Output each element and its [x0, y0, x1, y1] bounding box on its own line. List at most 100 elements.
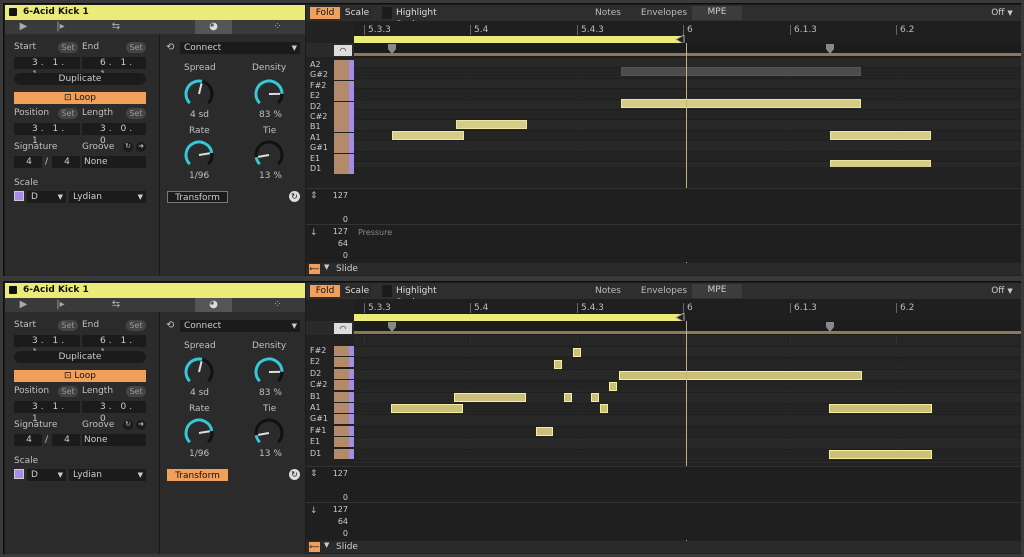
- tab-transform[interactable]: ◕: [195, 298, 232, 312]
- signature-denominator[interactable]: 4: [52, 434, 80, 446]
- cycle-icon[interactable]: ⟲: [166, 320, 174, 331]
- piano-key[interactable]: F#2: [306, 80, 354, 91]
- transform-button[interactable]: Transform: [167, 191, 228, 203]
- position-field[interactable]: 3. 1. 1: [14, 123, 80, 146]
- rate-knob[interactable]: [181, 138, 217, 170]
- groove-commit-icon[interactable]: ➜: [136, 420, 146, 430]
- note[interactable]: [456, 120, 527, 129]
- groove-select[interactable]: None: [82, 156, 146, 168]
- groove-hot-swap-icon[interactable]: ↻: [123, 142, 133, 152]
- piano-key[interactable]: E2: [306, 357, 354, 368]
- note-tiny[interactable]: [573, 348, 581, 357]
- note-tiny[interactable]: [591, 393, 599, 402]
- note-ghost[interactable]: [621, 67, 861, 76]
- note[interactable]: [391, 404, 463, 413]
- scale-button[interactable]: Scale: [342, 7, 372, 19]
- piano-key[interactable]: B1: [306, 122, 354, 133]
- position-set-button[interactable]: Set: [58, 386, 78, 397]
- piano-key[interactable]: G#1: [306, 143, 354, 154]
- start-set-button[interactable]: Set: [58, 42, 78, 53]
- chevron-down-icon[interactable]: ▼: [324, 263, 329, 271]
- velocity-lane[interactable]: ⇕ 127 0: [306, 466, 1021, 502]
- fold-button[interactable]: Fold: [310, 285, 340, 297]
- note[interactable]: [454, 393, 526, 402]
- density-knob[interactable]: [251, 355, 287, 387]
- envelopes-tab[interactable]: Envelopes: [638, 285, 690, 297]
- note[interactable]: [829, 450, 932, 459]
- end-set-button[interactable]: Set: [126, 320, 146, 331]
- signature-denominator[interactable]: 4: [52, 156, 80, 168]
- length-field[interactable]: 3. 0. 0: [82, 123, 146, 146]
- note[interactable]: [392, 131, 464, 140]
- tab-generate[interactable]: ⁘: [259, 20, 296, 34]
- timeline-ruler[interactable]: 5.3.3 5.4 5.4.3 6 6.1.3 6.2: [354, 21, 1021, 44]
- scale-mode-select[interactable]: Lydian ▼: [69, 469, 146, 481]
- velocity-lane[interactable]: ⇕ 127 0: [306, 188, 1021, 224]
- highlight-scale-checkbox[interactable]: [382, 285, 392, 297]
- envelopes-tab[interactable]: Envelopes: [638, 7, 690, 19]
- length-field[interactable]: 3. 0. 0: [82, 401, 146, 424]
- end-field[interactable]: 6. 1. 1: [82, 57, 146, 80]
- start-marker-icon[interactable]: [388, 44, 396, 54]
- note[interactable]: [536, 427, 553, 436]
- signature-numerator[interactable]: 4: [14, 434, 42, 446]
- piano-key[interactable]: A1: [306, 132, 354, 143]
- note-tiny[interactable]: [564, 393, 572, 402]
- groove-select[interactable]: None: [82, 434, 146, 446]
- pressure-lane[interactable]: ↓ 127 64 0: [306, 502, 1021, 540]
- lane-select-icon[interactable]: ⟵: [309, 542, 320, 552]
- piano-key[interactable]: E2: [306, 91, 354, 102]
- length-set-button[interactable]: Set: [126, 386, 146, 397]
- quantize-select[interactable]: Off ▼: [986, 7, 1018, 19]
- piano-key[interactable]: G#1: [306, 414, 354, 425]
- pressure-lane[interactable]: ↓ 127 Pressure 64 0: [306, 224, 1021, 262]
- scale-button[interactable]: Scale: [342, 285, 372, 297]
- signature-numerator[interactable]: 4: [14, 156, 42, 168]
- end-set-button[interactable]: Set: [126, 42, 146, 53]
- chevron-down-icon[interactable]: ▼: [324, 541, 329, 549]
- groove-commit-icon[interactable]: ➜: [136, 142, 146, 152]
- piano-key[interactable]: G#2: [306, 70, 354, 81]
- transform-button[interactable]: Transform: [167, 469, 228, 481]
- end-marker-icon[interactable]: [826, 322, 834, 332]
- piano-key[interactable]: C#2: [306, 380, 354, 391]
- scale-mode-select[interactable]: Lydian ▼: [69, 191, 146, 203]
- piano-key[interactable]: F#2: [306, 346, 354, 356]
- tab-clip[interactable]: ▶: [5, 298, 42, 312]
- tie-knob[interactable]: [251, 138, 287, 170]
- tab-transform[interactable]: ◕: [195, 20, 232, 34]
- piano-key[interactable]: A1: [306, 403, 354, 413]
- piano-key[interactable]: E1: [306, 153, 354, 164]
- groove-hot-swap-icon[interactable]: ↻: [123, 420, 133, 430]
- headphones-icon[interactable]: ◠: [334, 323, 352, 334]
- clip-title-bar[interactable]: 6-Acid Kick 1: [5, 283, 305, 298]
- start-marker-icon[interactable]: [388, 322, 396, 332]
- position-set-button[interactable]: Set: [58, 108, 78, 119]
- refresh-icon[interactable]: ↻: [289, 469, 300, 480]
- tab-generate[interactable]: ⁘: [259, 298, 296, 312]
- start-set-button[interactable]: Set: [58, 320, 78, 331]
- note-grid[interactable]: [354, 335, 1021, 463]
- clip-activator-toggle[interactable]: [9, 8, 17, 16]
- rate-knob[interactable]: [181, 416, 217, 448]
- spread-knob[interactable]: [181, 77, 217, 109]
- end-marker-icon[interactable]: [826, 44, 834, 54]
- headphones-icon[interactable]: ◠: [334, 45, 352, 56]
- note-tiny[interactable]: [600, 404, 608, 413]
- clip-activator-toggle[interactable]: [9, 286, 17, 294]
- note[interactable]: [829, 404, 932, 413]
- note-tiny[interactable]: [554, 360, 562, 369]
- quantize-select[interactable]: Off ▼: [986, 285, 1018, 297]
- tie-knob[interactable]: [251, 416, 287, 448]
- duplicate-button[interactable]: Duplicate: [14, 351, 146, 363]
- tab-sample[interactable]: |▸: [42, 20, 79, 34]
- transform-mode-select[interactable]: Connect ▼: [180, 42, 300, 54]
- note[interactable]: [621, 99, 861, 108]
- notes-tab[interactable]: Notes: [588, 285, 628, 297]
- start-field[interactable]: 3. 1. 1: [14, 57, 80, 80]
- tab-envelopes[interactable]: ⇆: [79, 298, 153, 312]
- spread-knob[interactable]: [181, 355, 217, 387]
- cycle-icon[interactable]: ⟲: [166, 42, 174, 53]
- piano-key[interactable]: D1: [306, 448, 354, 459]
- scale-toggle[interactable]: [14, 469, 24, 479]
